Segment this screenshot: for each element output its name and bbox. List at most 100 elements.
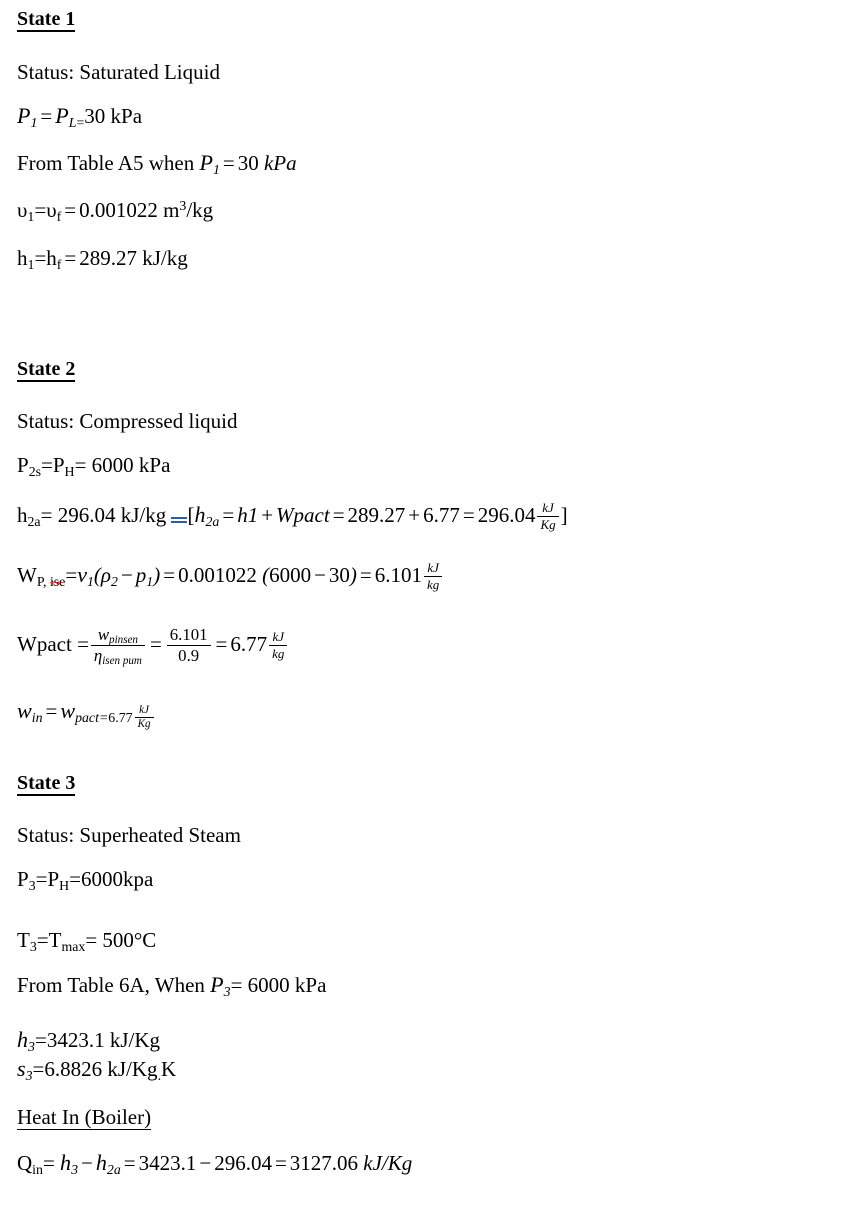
equals-sign: =	[36, 928, 49, 952]
unit-kj-per-kg: kJ/kg	[142, 246, 188, 270]
unit-fraction-kj-per-kg: kJ Kg	[134, 704, 154, 731]
symbol-T: T	[48, 928, 62, 952]
state-1-status: Status: Saturated Liquid	[17, 62, 220, 83]
state-1-pressure-equation: P1 = PL=30 kPa	[17, 104, 143, 129]
equals-sign: =	[149, 631, 162, 656]
value-500: 500	[102, 928, 134, 952]
state-1-heading: State 1	[17, 8, 76, 32]
symbol-P: P	[17, 867, 29, 891]
symbol-W: W	[17, 631, 37, 656]
symbol-P: P	[47, 867, 60, 891]
unit-degree-celsius: °C	[133, 928, 157, 952]
subscript-2s: 2s	[28, 463, 42, 479]
subscript-isen-pum: isen pum	[102, 654, 142, 667]
equals-sign: =	[35, 867, 48, 891]
subscript-pact-value: pact=6.77 kJ Kg	[75, 704, 155, 730]
plus-sign: +	[408, 502, 421, 527]
fraction-denominator-kg: kg	[427, 576, 440, 592]
equals-sign: =	[85, 928, 98, 952]
fraction-numerator: wpinsen	[90, 625, 145, 646]
subscript-3: 3	[28, 877, 36, 893]
unit-kelvin: K	[161, 1057, 177, 1081]
subscript-max: max	[61, 938, 86, 954]
subscript-pact-text: pact	[75, 709, 99, 725]
value-30: 30	[237, 151, 259, 175]
symbol-w: w	[17, 698, 32, 723]
state-2-pump-work-actual: Wpact = wpinsen ηisen pum = 6.101 0.9 = 6.77 kJ k…	[17, 625, 289, 667]
fraction-denominator-0-9: 0.9	[178, 645, 200, 665]
value-0-001022: 0.001022	[178, 562, 257, 587]
equals-sign: =	[74, 453, 87, 477]
unit-per-kg: /kg	[186, 198, 214, 222]
subscript-2a: 2a	[106, 1161, 121, 1177]
unit-m: m	[163, 198, 180, 222]
symbol-P: P	[17, 453, 29, 477]
state-1-specific-volume: υ1=υf = 0.001022 m3/kg	[17, 198, 214, 224]
equals-sign: =	[34, 246, 47, 270]
state-2-status-text: Status: Compressed liquid	[17, 409, 238, 433]
fraction-denominator-kg: Kg	[137, 718, 151, 731]
equals-sign: =	[215, 631, 228, 656]
value-3423-1: 3423.1	[46, 1028, 105, 1052]
symbol-h1: h1	[237, 502, 259, 527]
equals-sign: =	[34, 1028, 47, 1052]
fraction-denominator-kg: kg	[272, 645, 285, 661]
symbol-P: P	[52, 453, 65, 477]
subscript-3: 3	[71, 1161, 79, 1177]
equals-sign: =	[98, 709, 109, 725]
unit-fraction-kj-per-kg: kJ kg	[424, 561, 443, 592]
minus-sign: −	[199, 1151, 212, 1175]
equals-sign: =	[34, 198, 47, 222]
symbol-v: υ	[46, 198, 57, 222]
unit-kj-per-kg: kJ/Kg	[109, 1028, 160, 1052]
state-1-heading-text: State 1	[17, 8, 76, 32]
unit-kpa: kPa	[294, 973, 327, 997]
value-6000: 6000	[247, 973, 290, 997]
equals-sign: =	[359, 562, 372, 587]
symbol-h: h	[60, 1150, 72, 1175]
equals-sign: =	[77, 631, 89, 656]
subscript-p-comma: P,	[36, 573, 50, 589]
paren-open: (	[93, 562, 101, 587]
symbol-s: s	[17, 1056, 26, 1081]
equals-sign: =	[42, 1151, 55, 1175]
value-296-04: 296.04	[477, 502, 536, 527]
fraction-numerator-6-101: 6.101	[166, 626, 211, 646]
equals-sign: =	[274, 1151, 287, 1175]
state-2-pressure-equation: P2s=PH= 6000 kPa	[17, 453, 170, 479]
value-6-101: 6.101	[374, 562, 423, 587]
symbol-P: P	[210, 972, 224, 997]
state-3-table-reference: From Table 6A, When P3= 6000 kPa	[17, 972, 327, 998]
state-1-status-text: Status: Saturated Liquid	[17, 60, 220, 84]
symbol-v1: v	[77, 561, 87, 587]
symbol-h: h	[17, 246, 28, 270]
symbol-P: P	[199, 150, 213, 175]
value-296-04: 296.04	[57, 502, 116, 527]
equals-sign: =	[40, 502, 53, 527]
value-6-8826: 6.8826	[44, 1057, 103, 1081]
state-3-temperature-equation: T3=Tmax= 500°C	[17, 928, 157, 954]
symbol-w: w	[97, 625, 110, 644]
state-3-pressure-equation: P3=PH=6000kpa	[17, 867, 153, 893]
value-289-27: 289.27	[347, 502, 406, 527]
state-2-heading: State 2	[17, 358, 76, 382]
state-3-enthalpy: h3=3423.1 kJ/Kg	[17, 1028, 160, 1053]
equals-sign: =	[40, 104, 53, 128]
fraction-wpinsen-over-eta: wpinsen ηisen pum	[90, 625, 145, 667]
value-6-77: 6.77	[230, 631, 268, 656]
symbol-rho: ρ	[100, 562, 112, 587]
state-3-status-text: Status: Superheated Steam	[17, 823, 241, 847]
state-3-status: Status: Superheated Steam	[17, 825, 241, 846]
state-2-status: Status: Compressed liquid	[17, 411, 238, 432]
value-6000: 6000	[81, 867, 124, 891]
from-table-6a-label: From Table 6A, When	[17, 973, 205, 997]
fraction-numerator-kj: kJ	[269, 630, 288, 646]
unit-kj-per-kg: kJ/kg	[120, 502, 167, 527]
subscript-3: 3	[29, 938, 37, 954]
equals-sign: =	[332, 502, 345, 527]
unit-kpa: kPa	[110, 104, 143, 128]
symbol-h: h	[95, 1150, 107, 1175]
minus-sign: −	[81, 1151, 93, 1175]
symbol-w: w	[60, 698, 76, 723]
symbol-h: h	[194, 501, 206, 527]
